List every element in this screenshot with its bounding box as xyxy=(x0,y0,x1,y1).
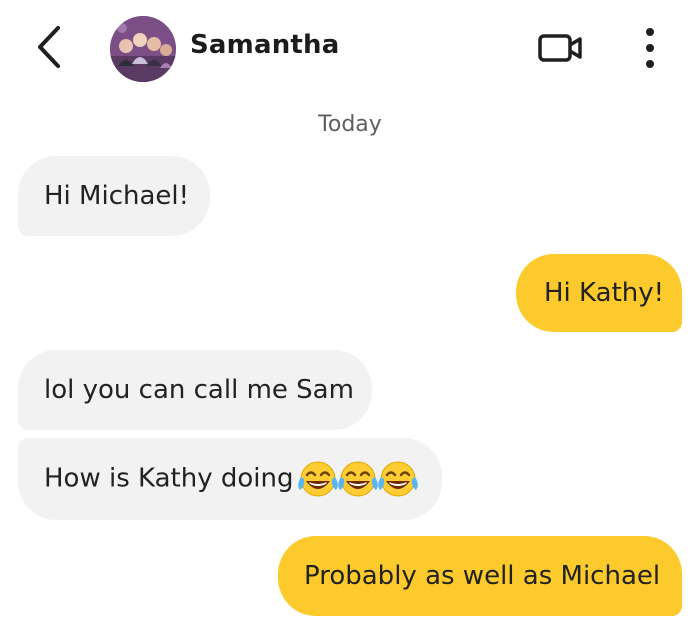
tears-of-joy-emoji-group xyxy=(297,459,420,499)
message-bubble-incoming[interactable]: How is Kathy doing xyxy=(18,438,442,520)
message-bubble-incoming[interactable]: lol you can call me Sam xyxy=(18,350,372,430)
message-bubble-outgoing[interactable]: Probably as well as Michael xyxy=(278,536,682,616)
message-text: How is Kathy doing xyxy=(44,463,294,494)
date-separator: Today xyxy=(318,112,382,137)
contact-name[interactable]: Samantha xyxy=(190,30,340,60)
message-text: lol you can call me Sam xyxy=(44,375,354,405)
more-options-button[interactable] xyxy=(636,24,664,72)
chat-header: Samantha xyxy=(0,0,700,100)
video-call-button[interactable] xyxy=(536,28,586,68)
video-call-icon xyxy=(538,34,582,62)
avatar[interactable] xyxy=(110,16,176,82)
message-bubble-outgoing[interactable]: Hi Kathy! xyxy=(516,254,682,332)
back-button[interactable] xyxy=(30,22,70,72)
more-vertical-icon xyxy=(646,28,654,68)
message-text: Hi Kathy! xyxy=(544,278,665,308)
message-bubble-incoming[interactable]: Hi Michael! xyxy=(18,156,210,236)
message-text: Probably as well as Michael xyxy=(304,561,661,591)
chevron-left-icon xyxy=(38,26,60,68)
tears-of-joy-emoji-icon xyxy=(297,461,338,497)
tears-of-joy-emoji-icon xyxy=(377,461,418,497)
message-text: Hi Michael! xyxy=(44,181,190,211)
group-photo-avatar xyxy=(110,16,176,82)
tears-of-joy-emoji-icon xyxy=(337,461,378,497)
